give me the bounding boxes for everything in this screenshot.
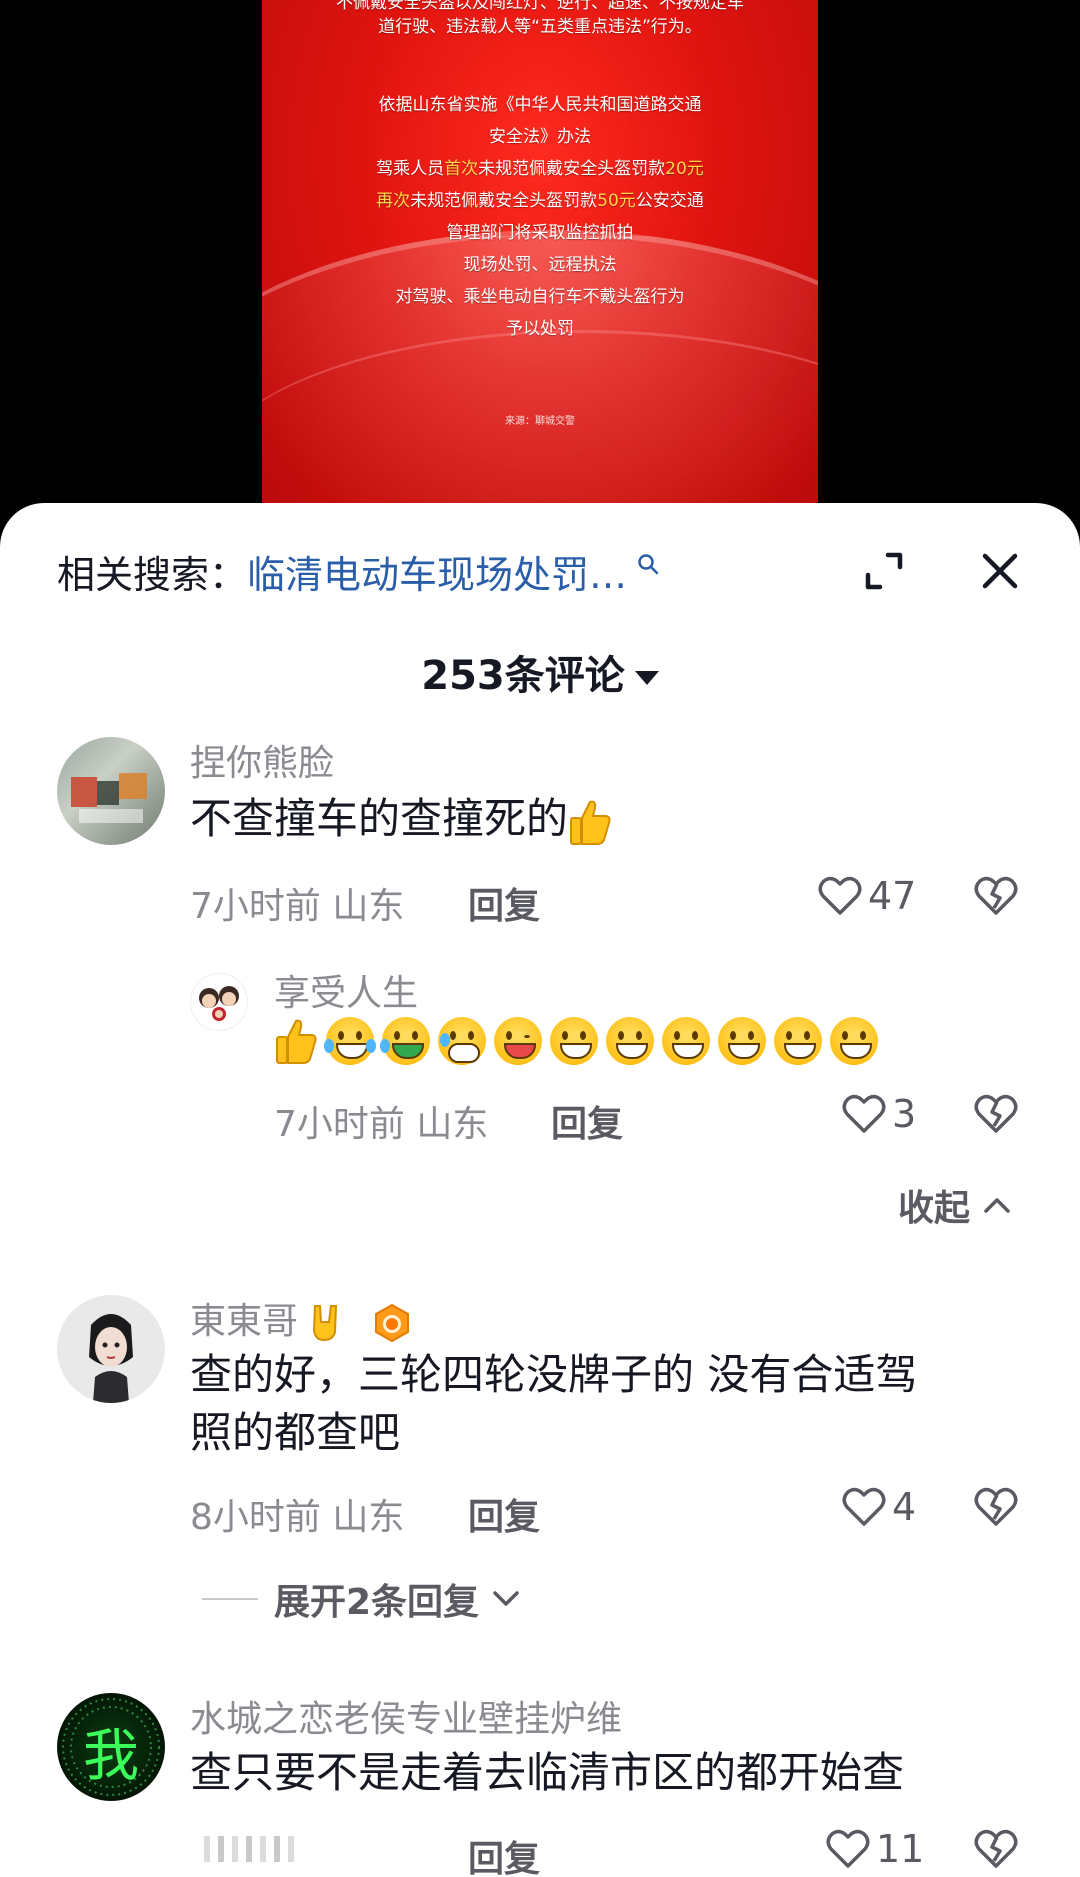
poster-text-segment: 驾乘人员 (376, 159, 445, 179)
heart-icon (842, 1487, 886, 1526)
like-count: 47 (868, 874, 917, 918)
poster-text: 驾乘人员首次未规范佩戴安全头盔罚款20元 (262, 158, 818, 180)
comment-time: 7小时前 (190, 886, 321, 927)
comment-location: 山东 (332, 1497, 405, 1538)
reply-meta: 7小时前 山东 (274, 1095, 488, 1147)
chevron-down-icon (493, 1591, 519, 1606)
poster-text: 安全法》办法 (489, 127, 591, 147)
comment-text: 查的好，三轮四轮没牌子的 没有合适驾 照的都查吧 (190, 1346, 917, 1462)
poster-image: 不佩戴安全头盔以及闯红灯、逆行、超速、不按规定车 道行驶、违法载人等“五类重点违… (262, 0, 818, 520)
comment-meta: 8小时前 山东 (190, 1488, 404, 1540)
grin-emoji-icon (774, 1016, 822, 1065)
avatar[interactable] (190, 973, 248, 1031)
poster-text-segment: 公安交通 (635, 191, 704, 211)
heart-icon (842, 1094, 886, 1133)
sob-emoji-icon (438, 1016, 486, 1065)
fan-badge-icon (374, 1304, 409, 1342)
comment-sheet: 相关搜索： 临清电动车现场处罚… 253条评论 捏你熊脸 不查撞车的查撞死的 7… (0, 503, 1080, 1877)
comment-text: 不查撞车的查撞死的 (190, 790, 620, 848)
dislike-icon[interactable] (973, 1829, 1019, 1869)
like-button[interactable]: 3 (842, 1092, 916, 1136)
comment-meta-redacted (190, 1830, 330, 1866)
reply-button[interactable]: 回复 (468, 877, 540, 929)
caret-down-icon (634, 671, 659, 685)
related-search-label: 相关搜索： (57, 552, 248, 597)
poster-highlight: 再次 (376, 191, 411, 211)
redacted-mark (204, 1836, 294, 1862)
poster-text: 现场处罚、远程执法 (463, 255, 617, 275)
poster-text: 不佩戴安全头盔以及闯红灯、逆行、超速、不按规定车 (336, 0, 744, 13)
poster-text-segment: 未规范佩戴安全头盔罚款 (410, 191, 598, 211)
comment-count-title[interactable]: 253条评论 (0, 643, 1080, 701)
comment-text-content: 不查撞车的查撞死的 (190, 794, 569, 843)
rock-hand-emoji-icon (309, 1304, 343, 1342)
like-count: 11 (876, 1827, 925, 1871)
poster-text: 管理部门将采取监控抓拍 (446, 223, 634, 243)
like-button[interactable]: 11 (826, 1827, 924, 1871)
collapse-label: 收起 (898, 1188, 971, 1229)
poster-text: 依据山东省实施《中华人民共和国道路交通 (378, 95, 702, 115)
grin-emoji-icon (606, 1016, 654, 1065)
avatar-glyph: 我 (83, 1724, 139, 1789)
grin-emoji-icon (718, 1016, 766, 1065)
poster-source: 来源：聊城交警 (505, 416, 575, 427)
comment-meta: 7小时前 山东 (190, 877, 404, 929)
poster-highlight: 首次 (444, 159, 479, 179)
divider (202, 1598, 258, 1600)
wink-tongue-emoji-icon (494, 1016, 542, 1065)
related-search[interactable]: 相关搜索： 临清电动车现场处罚… (57, 541, 659, 601)
reply-button[interactable]: 回复 (468, 1830, 540, 1877)
comment-username[interactable]: 東東哥 (190, 1292, 411, 1344)
comment-count: 253条评论 (421, 653, 625, 699)
video-player[interactable]: 不佩戴安全头盔以及闯红灯、逆行、超速、不按规定车 道行驶、违法载人等“五类重点违… (0, 0, 1080, 520)
poster-text: 予以处罚 (506, 319, 574, 339)
expand-icon[interactable] (864, 551, 904, 591)
dislike-icon[interactable] (973, 1094, 1019, 1134)
grin-emoji-icon (662, 1016, 710, 1065)
laugh-cry-emoji-icon (324, 1016, 376, 1065)
comment-text: 查只要不是走着去临清市区的都开始查 (190, 1748, 905, 1797)
close-icon[interactable] (979, 550, 1021, 592)
like-button[interactable]: 47 (818, 874, 916, 918)
poster-highlight: 20元 (665, 159, 704, 179)
poster-text: 对驾驶、乘坐电动自行车不戴头盔行为 (395, 287, 685, 307)
comment-time: 8小时前 (190, 1497, 321, 1538)
thumbs-up-emoji-icon (274, 1017, 318, 1065)
comment-username[interactable]: 捏你熊脸 (190, 734, 334, 786)
poster-text-segment: 未规范佩戴安全头盔罚款 (478, 159, 666, 179)
collapse-replies-button[interactable]: 收起 (898, 1179, 1012, 1231)
heart-icon (818, 876, 862, 915)
avatar[interactable]: 我 (57, 1693, 165, 1801)
money-cry-emoji-icon (380, 1016, 430, 1065)
poster-text: 道行驶、违法载人等“五类重点违法”行为。 (378, 17, 702, 37)
poster-highlight: 50元 (597, 191, 636, 211)
reply-button[interactable]: 回复 (468, 1488, 540, 1540)
grin-emoji-icon (830, 1016, 878, 1065)
avatar[interactable] (57, 1295, 165, 1403)
expand-replies-button[interactable]: 展开2条回复 (202, 1573, 521, 1625)
username-text: 東東哥 (190, 1301, 299, 1342)
like-button[interactable]: 4 (842, 1485, 916, 1529)
reply-button[interactable]: 回复 (551, 1095, 623, 1147)
like-count: 4 (892, 1485, 917, 1529)
reply-emoji-text (274, 1009, 886, 1067)
like-count: 3 (892, 1092, 917, 1136)
grin-emoji-icon (550, 1016, 598, 1065)
avatar[interactable] (57, 737, 165, 845)
reply-time: 7小时前 (274, 1104, 405, 1145)
search-icon[interactable] (637, 553, 659, 575)
dislike-icon[interactable] (973, 876, 1019, 916)
comment-text-line: 照的都查吧 (190, 1408, 401, 1457)
poster-text: 再次未规范佩戴安全头盔罚款50元公安交通 (262, 190, 818, 212)
heart-icon (826, 1829, 870, 1868)
comment-text-line: 查的好，三轮四轮没牌子的 没有合适驾 (190, 1350, 918, 1399)
comment-username[interactable]: 水城之恋老侯专业壁挂炉维 (190, 1690, 622, 1742)
comment-location: 山东 (332, 886, 405, 927)
dislike-icon[interactable] (973, 1487, 1019, 1527)
thumbs-up-emoji-icon (568, 798, 612, 846)
reply-location: 山东 (416, 1104, 489, 1145)
expand-replies-label: 展开2条回复 (274, 1582, 480, 1623)
related-search-query[interactable]: 临清电动车现场处罚… (247, 544, 627, 599)
chevron-up-icon (984, 1198, 1010, 1213)
